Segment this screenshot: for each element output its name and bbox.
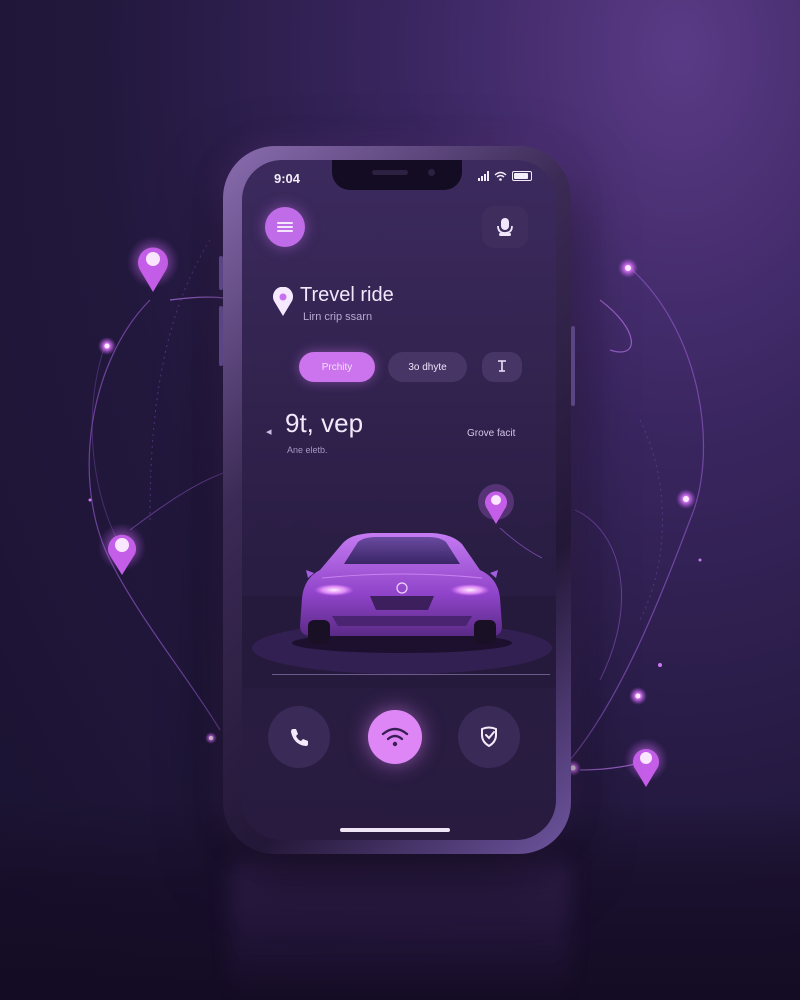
phone-screen: 9:04 Trevel ride Lirn crip ssarn Prchity… — [242, 160, 556, 840]
safety-button[interactable] — [458, 706, 520, 768]
fare-caption: Ane eletb. — [287, 445, 328, 455]
battery-icon — [512, 171, 532, 181]
map-pin-icon — [127, 236, 179, 292]
shield-icon — [481, 726, 497, 748]
notch — [332, 160, 462, 190]
ride-option-label[interactable]: Grove facit — [467, 428, 515, 439]
map-pin-icon — [273, 287, 293, 316]
wifi-icon — [494, 171, 507, 181]
secondary-chip[interactable]: 3o dhyte — [388, 352, 467, 382]
volume-up-button — [219, 256, 223, 290]
hamburger-menu-icon — [277, 220, 293, 234]
divider — [272, 674, 550, 675]
ride-title: Trevel ride — [300, 284, 394, 306]
home-indicator[interactable] — [340, 828, 450, 832]
car-illustration — [242, 484, 556, 688]
phone-icon — [291, 729, 308, 746]
map-pin-icon — [98, 523, 146, 575]
fare-amount: 9t, vep — [285, 408, 364, 438]
map-pin-icon — [624, 738, 668, 787]
status-icons — [478, 171, 532, 181]
map-pin-icon — [478, 484, 514, 524]
status-time: 9:04 — [274, 171, 301, 186]
menu-button[interactable] — [265, 207, 305, 247]
front-camera — [428, 169, 435, 176]
speaker-grill — [372, 170, 408, 175]
signal-icon — [478, 171, 489, 181]
connect-button[interactable] — [368, 710, 422, 764]
wifi-signal-icon — [381, 727, 409, 747]
ride-subtitle: Lirn crip ssarn — [303, 311, 373, 323]
microphone-icon — [497, 218, 513, 236]
volume-down-button — [219, 306, 223, 366]
arrow-left-icon: ◂ — [266, 426, 272, 438]
priority-chip[interactable]: Prchity — [299, 352, 375, 382]
call-button[interactable] — [268, 706, 330, 768]
microphone-button[interactable] — [482, 206, 528, 248]
filter-icon — [498, 360, 506, 372]
power-button — [571, 326, 575, 406]
filter-button[interactable] — [482, 352, 522, 382]
